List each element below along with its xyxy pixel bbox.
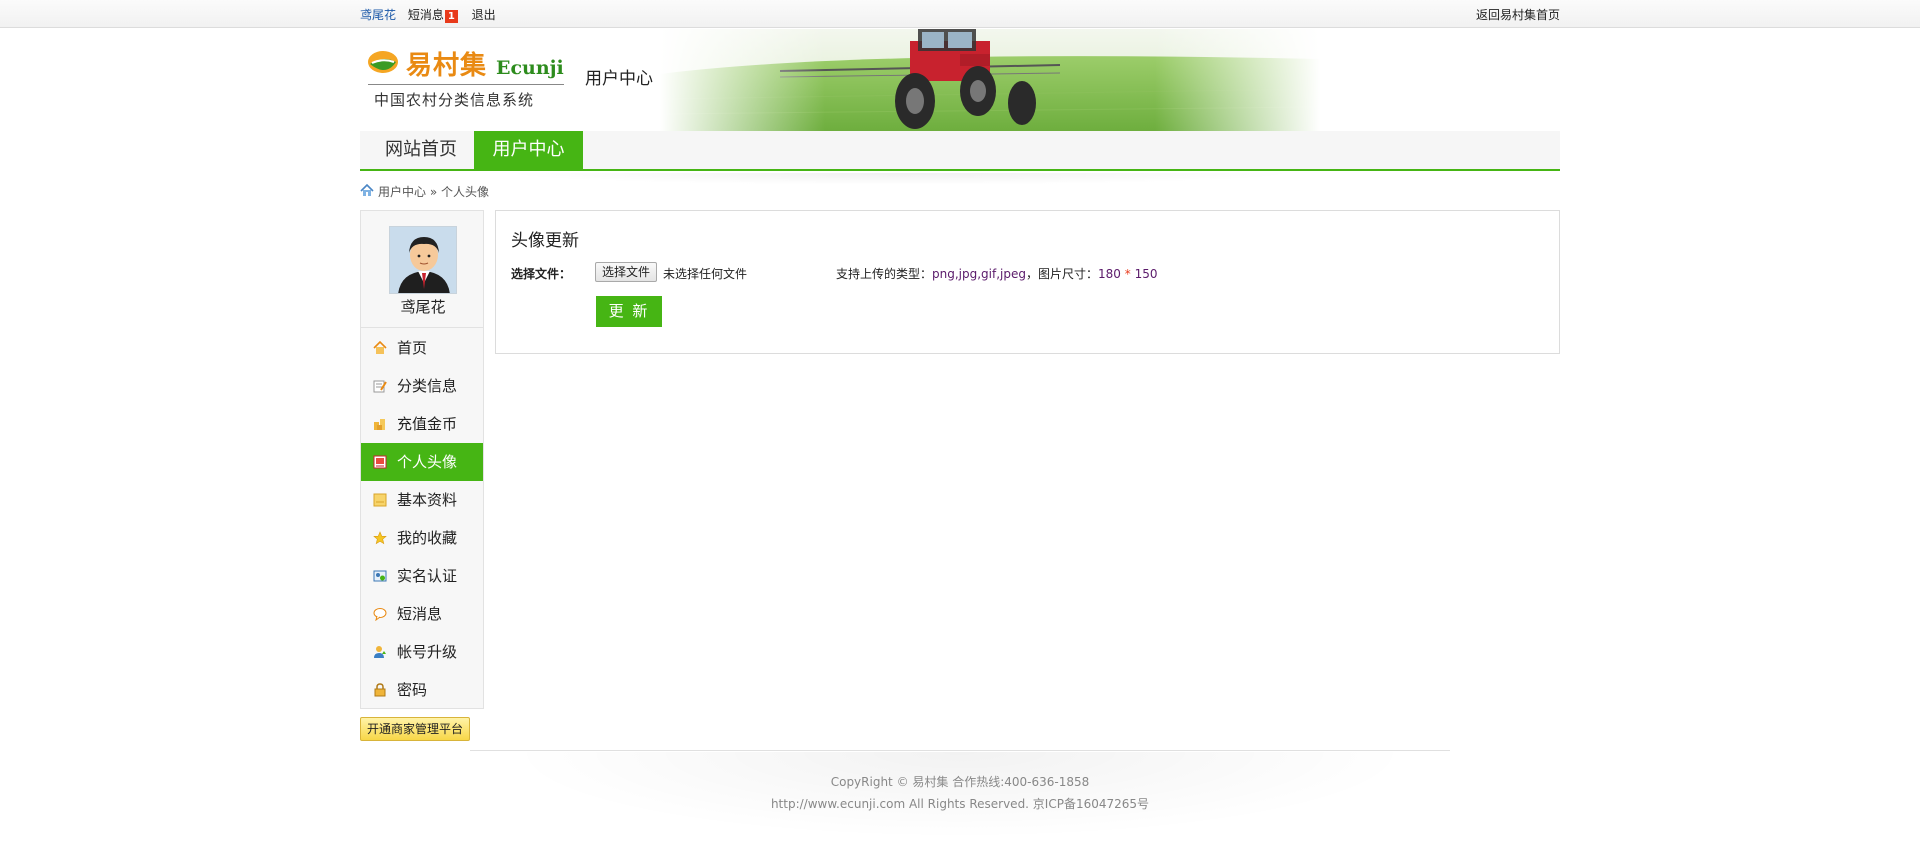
sidebar-item-label: 帐号升级 xyxy=(397,643,458,661)
sidebar-item-label: 实名认证 xyxy=(397,567,458,585)
tab-site-home[interactable]: 网站首页 xyxy=(366,131,476,169)
chat-bubble-icon xyxy=(373,607,387,621)
sidebar-item-classified-info[interactable]: 分类信息 xyxy=(361,367,483,405)
tractor-banner-image xyxy=(660,29,1320,131)
star-icon xyxy=(373,531,387,545)
user-upgrade-icon xyxy=(373,645,387,659)
tip-star: * xyxy=(1124,267,1131,281)
sidebar-item-basic-profile[interactable]: 基本资料 xyxy=(361,481,483,519)
main-nav: 网站首页 用户中心 xyxy=(360,131,1560,171)
tip-types: png,jpg,gif,jpeg xyxy=(932,267,1026,281)
panel-title: 头像更新 xyxy=(511,231,579,251)
sidebar: 鸢尾花 首页 分类信息 充值金币 个人头像 基本资料 我的收藏 实名认证 短消息… xyxy=(360,210,484,709)
sidebar-item-realname-verify[interactable]: 实名认证 xyxy=(361,557,483,595)
lock-icon xyxy=(373,683,387,697)
sidebar-item-label: 我的收藏 xyxy=(397,529,458,547)
picture-icon xyxy=(373,455,387,469)
logo-leaf-icon xyxy=(368,51,398,73)
home-icon xyxy=(360,184,374,196)
header: 易村集 Ecunji 中国农村分类信息系统 用户中心 xyxy=(360,29,1560,131)
file-status: 未选择任何文件 xyxy=(663,267,748,281)
home-icon xyxy=(373,341,387,355)
logo-english-name: Ecunji xyxy=(496,57,564,79)
sidebar-item-label: 基本资料 xyxy=(397,491,458,509)
logo-divider xyxy=(368,84,564,85)
breadcrumb-text: 用户中心 » 个人头像 xyxy=(378,185,489,199)
messages-count-badge: 1 xyxy=(444,10,458,23)
top-bar: 鸢尾花 短消息 1 退出 返回易村集首页 xyxy=(0,0,1920,28)
logo-chinese-name: 易村集 xyxy=(406,51,488,81)
sidebar-item-label: 充值金币 xyxy=(397,415,458,433)
sidebar-item-label: 短消息 xyxy=(397,605,443,623)
sidebar-item-favorites[interactable]: 我的收藏 xyxy=(361,519,483,557)
sidebar-item-account-upgrade[interactable]: 帐号升级 xyxy=(361,633,483,671)
messages-link[interactable]: 短消息 1 xyxy=(407,8,468,23)
sidebar-item-password[interactable]: 密码 xyxy=(361,671,483,709)
sidebar-divider xyxy=(361,327,483,328)
profile-card-icon xyxy=(373,493,387,507)
tip-width: 180 xyxy=(1098,267,1121,281)
sidebar-item-messages[interactable]: 短消息 xyxy=(361,595,483,633)
file-label: 选择文件： xyxy=(511,267,572,281)
messages-label: 短消息 xyxy=(407,8,444,22)
edit-note-icon xyxy=(373,379,387,393)
back-home-link[interactable]: 返回易村集首页 xyxy=(1476,6,1560,23)
update-button[interactable]: 更 新 xyxy=(596,296,662,327)
sidebar-item-recharge-coins[interactable]: 充值金币 xyxy=(361,405,483,443)
tab-user-center[interactable]: 用户中心 xyxy=(474,131,583,169)
footer-copyright: CopyRight © 易村集 合作热线:400-636-1858 xyxy=(830,775,1090,789)
footer-divider xyxy=(470,750,1450,751)
logo-subtitle: 中国农村分类信息系统 xyxy=(374,91,535,109)
sidebar-item-avatar[interactable]: 个人头像 xyxy=(361,443,483,481)
sidebar-item-home[interactable]: 首页 xyxy=(361,329,483,367)
upload-tip: 支持上传的类型：png,jpg,gif,jpeg，图片尺寸：180 * 150 xyxy=(836,265,1157,282)
sidebar-item-label: 分类信息 xyxy=(397,377,458,395)
sidebar-item-label: 密码 xyxy=(397,681,428,699)
choose-file-button[interactable]: 选择文件 xyxy=(595,262,658,282)
sidebar-username: 鸢尾花 xyxy=(400,298,446,316)
tip-height: 150 xyxy=(1134,267,1158,281)
username-link[interactable]: 鸢尾花 xyxy=(360,8,396,22)
tip-middle: ，图片尺寸： xyxy=(1026,267,1099,281)
avatar-update-panel: 头像更新 选择文件： 选择文件 未选择任何文件 支持上传的类型：png,jpg,… xyxy=(495,210,1560,354)
footer-icp: http://www.ecunji.com All Rights Reserve… xyxy=(770,797,1150,811)
avatar xyxy=(389,226,457,294)
sidebar-item-label: 个人头像 xyxy=(397,453,458,471)
tip-prefix: 支持上传的类型： xyxy=(836,267,933,281)
id-card-icon xyxy=(373,569,387,583)
site-logo[interactable]: 易村集 Ecunji 中国农村分类信息系统 xyxy=(366,47,566,119)
coins-icon xyxy=(373,417,387,431)
open-business-platform-button[interactable]: 开通商家管理平台 xyxy=(360,717,470,741)
logout-link[interactable]: 退出 xyxy=(472,8,496,22)
default-avatar-icon xyxy=(390,227,456,293)
nav-shadow xyxy=(500,173,1300,185)
sidebar-item-label: 首页 xyxy=(397,339,428,357)
header-title: 用户中心 xyxy=(585,69,653,89)
